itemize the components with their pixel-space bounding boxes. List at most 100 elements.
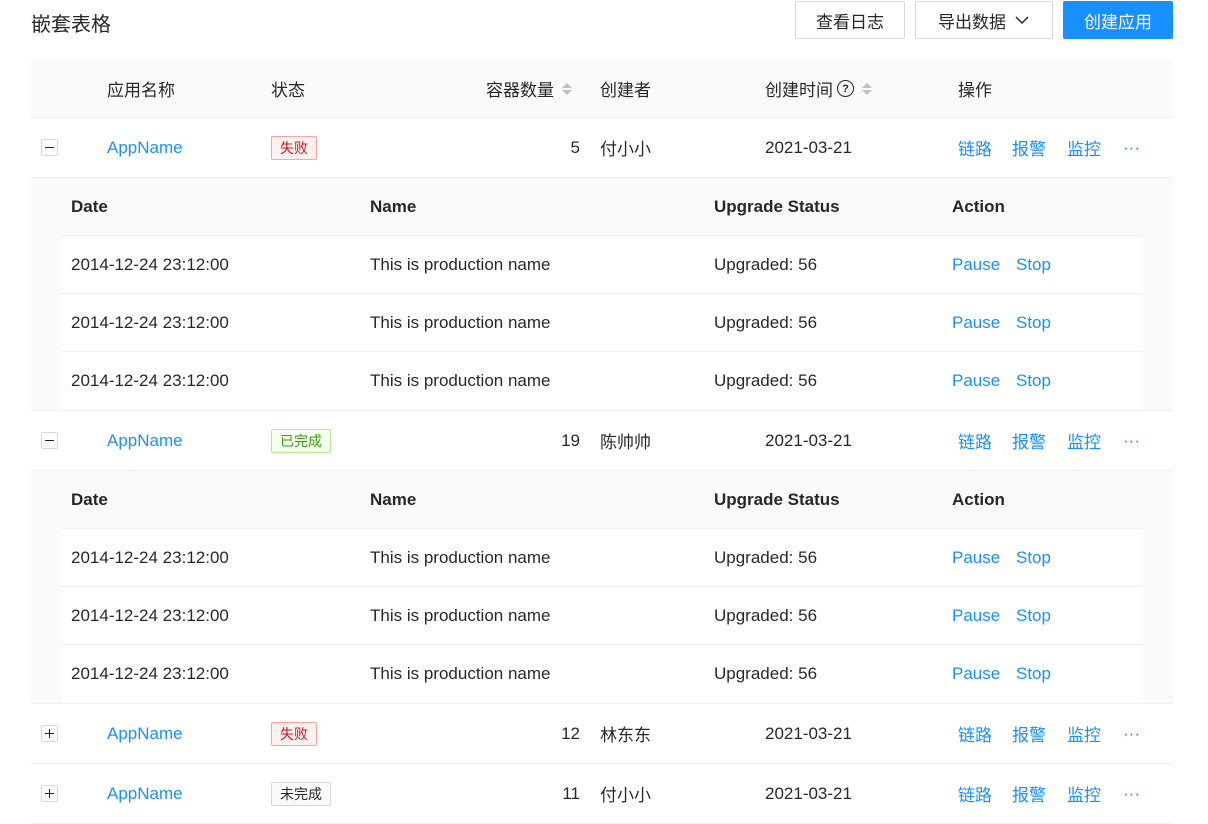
more-icon[interactable]: ···: [1123, 118, 1140, 177]
nested-col-name: Name: [370, 196, 417, 216]
chevron-down-icon: [1015, 16, 1029, 25]
alert-link[interactable]: 报警: [1012, 118, 1046, 177]
container-count: 5: [570, 137, 580, 157]
alert-link[interactable]: 报警: [1012, 764, 1046, 823]
nested-name: This is production name: [370, 312, 551, 332]
creator: 陈帅帅: [600, 433, 651, 452]
table-row: AppName 未完成 11 付小小 2021-03-21 链路 报警 监控 ·…: [31, 764, 1173, 824]
stop-link[interactable]: Stop: [1016, 294, 1051, 351]
col-header-status: 状态: [271, 81, 305, 100]
app-name-link[interactable]: AppName: [107, 411, 183, 470]
nested-upgrade: Upgraded: 56: [714, 371, 818, 390]
collapse-row-icon[interactable]: [41, 139, 58, 156]
stop-link[interactable]: Stop: [1016, 352, 1051, 410]
toolbar: 嵌套表格 查看日志 导出数据 创建应用: [0, 0, 1208, 50]
nested-upgrade: Upgraded: 56: [714, 254, 818, 274]
nested-date: 2014-12-24 23:12:00: [71, 254, 229, 274]
nested-col-upgrade: Upgrade Status: [714, 489, 840, 509]
nested-table-container: Date Name Upgrade Status Action 2014-12-…: [31, 178, 1173, 411]
status-badge: 已完成: [271, 428, 331, 453]
nested-table: 应用名称 状态 容器数量 创建者 创建时间 ? 操作 AppName 失败 5 …: [31, 60, 1173, 824]
nested-upgrade: Upgraded: 56: [714, 664, 818, 683]
nested-date: 2014-12-24 23:12:00: [71, 605, 229, 625]
trace-link[interactable]: 链路: [958, 411, 992, 470]
collapse-row-icon[interactable]: [41, 432, 58, 449]
stop-link[interactable]: Stop: [1016, 236, 1051, 293]
app-name-link[interactable]: AppName: [107, 118, 183, 177]
container-count: 19: [561, 430, 580, 450]
pause-link[interactable]: Pause: [952, 352, 1000, 410]
nested-col-action: Action: [952, 489, 1005, 509]
table-row: AppName 失败 12 林东东 2021-03-21 链路 报警 监控 ··…: [31, 704, 1173, 764]
pause-link[interactable]: Pause: [952, 236, 1000, 293]
nested-date: 2014-12-24 23:12:00: [71, 664, 229, 683]
nested-upgrade: Upgraded: 56: [714, 547, 818, 567]
nested-name: This is production name: [370, 605, 551, 625]
pause-link[interactable]: Pause: [952, 294, 1000, 351]
nested-col-action: Action: [952, 196, 1005, 216]
nested-name: This is production name: [370, 547, 551, 567]
sort-icon[interactable]: [862, 82, 872, 95]
nested-col-upgrade: Upgrade Status: [714, 196, 840, 216]
col-header-name: 应用名称: [107, 81, 175, 100]
page-title: 嵌套表格: [31, 14, 111, 36]
sort-icon[interactable]: [562, 82, 572, 95]
stop-link[interactable]: Stop: [1016, 529, 1051, 586]
nested-upgrade: Upgraded: 56: [714, 605, 818, 625]
col-header-created[interactable]: 创建时间 ?: [765, 60, 872, 117]
nested-col-name: Name: [370, 489, 417, 509]
monitor-link[interactable]: 监控: [1067, 764, 1101, 823]
nested-row: 2014-12-24 23:12:00 This is production n…: [61, 236, 1143, 294]
nested-table-container: Date Name Upgrade Status Action 2014-12-…: [31, 471, 1173, 704]
alert-link[interactable]: 报警: [1012, 411, 1046, 470]
status-badge: 未完成: [271, 781, 331, 806]
status-badge: 失败: [271, 721, 317, 746]
pause-link[interactable]: Pause: [952, 587, 1000, 644]
created-header-label: 创建时间: [765, 81, 833, 100]
expand-row-icon[interactable]: [41, 725, 58, 742]
nested-upgrade: Upgraded: 56: [714, 312, 818, 332]
container-count: 12: [561, 723, 580, 743]
app-name-link[interactable]: AppName: [107, 704, 183, 763]
stop-link[interactable]: Stop: [1016, 587, 1051, 644]
nested-col-date: Date: [71, 196, 108, 216]
trace-link[interactable]: 链路: [958, 118, 992, 177]
more-icon[interactable]: ···: [1123, 704, 1140, 763]
monitor-link[interactable]: 监控: [1067, 704, 1101, 763]
container-count: 11: [562, 783, 580, 803]
export-data-dropdown[interactable]: 导出数据: [915, 1, 1053, 39]
nested-row: 2014-12-24 23:12:00 This is production n…: [61, 645, 1143, 703]
pause-link[interactable]: Pause: [952, 645, 1000, 703]
monitor-link[interactable]: 监控: [1067, 118, 1101, 177]
alert-link[interactable]: 报警: [1012, 704, 1046, 763]
monitor-link[interactable]: 监控: [1067, 411, 1101, 470]
nested-table-header: Date Name Upgrade Status Action: [61, 471, 1143, 529]
creator: 付小小: [600, 786, 651, 805]
nested-date: 2014-12-24 23:12:00: [71, 312, 229, 332]
more-icon[interactable]: ···: [1123, 411, 1140, 470]
pause-link[interactable]: Pause: [952, 529, 1000, 586]
export-data-label: 导出数据: [938, 12, 1006, 32]
more-icon[interactable]: ···: [1123, 764, 1140, 823]
status-badge: 失败: [271, 135, 317, 160]
trace-link[interactable]: 链路: [958, 764, 992, 823]
trace-link[interactable]: 链路: [958, 704, 992, 763]
table-row: AppName 失败 5 付小小 2021-03-21 链路 报警 监控 ···: [31, 118, 1173, 178]
nested-row: 2014-12-24 23:12:00 This is production n…: [61, 529, 1143, 587]
col-header-creator: 创建者: [600, 81, 651, 100]
nested-col-date: Date: [71, 489, 108, 509]
col-header-containers[interactable]: 容器数量: [486, 60, 572, 117]
expand-row-icon[interactable]: [41, 785, 58, 802]
col-header-actions: 操作: [958, 81, 992, 100]
app-name-link[interactable]: AppName: [107, 764, 183, 823]
nested-row: 2014-12-24 23:12:00 This is production n…: [61, 587, 1143, 645]
view-log-button[interactable]: 查看日志: [795, 1, 905, 39]
question-circle-icon[interactable]: ?: [837, 80, 854, 97]
nested-name: This is production name: [370, 371, 551, 390]
create-app-button[interactable]: 创建应用: [1063, 1, 1173, 39]
created-date: 2021-03-21: [765, 723, 852, 743]
nested-name: This is production name: [370, 254, 551, 274]
nested-row: 2014-12-24 23:12:00 This is production n…: [61, 352, 1143, 410]
stop-link[interactable]: Stop: [1016, 645, 1051, 703]
nested-date: 2014-12-24 23:12:00: [71, 547, 229, 567]
